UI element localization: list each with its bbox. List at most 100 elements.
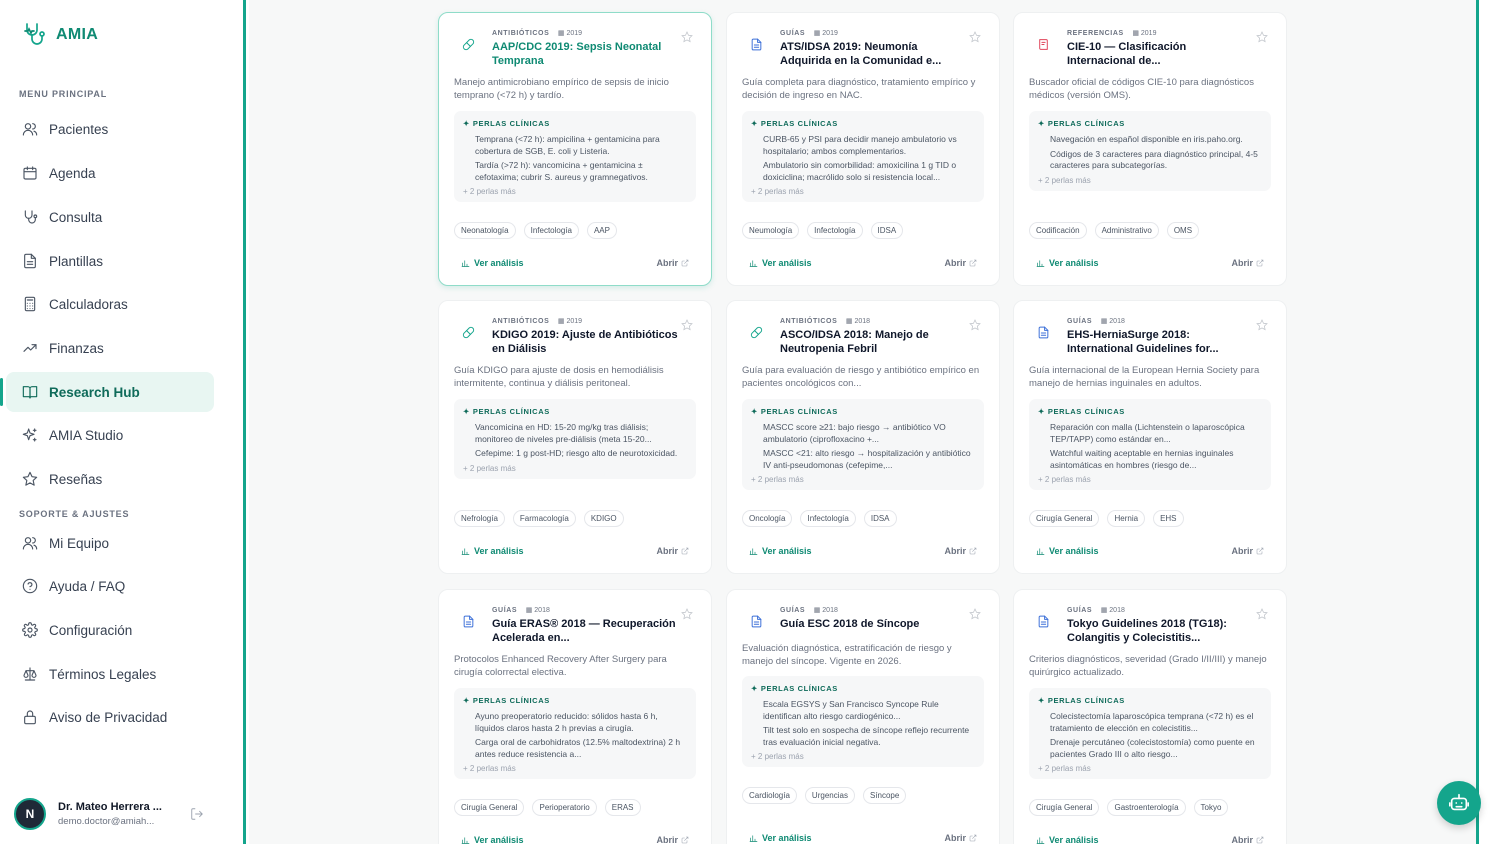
- tag-chip[interactable]: Infectología: [807, 222, 863, 239]
- favorite-star-icon[interactable]: [681, 608, 693, 620]
- resource-card[interactable]: ANTIBIÓTICOS ▦ 2019 AAP/CDC 2019: Sepsis…: [438, 12, 712, 286]
- view-analysis-link[interactable]: Ver análisis: [1036, 835, 1099, 844]
- open-link[interactable]: Abrir: [944, 833, 977, 843]
- open-link[interactable]: Abrir: [944, 546, 977, 556]
- view-analysis-link[interactable]: Ver análisis: [1036, 258, 1099, 268]
- view-analysis-link[interactable]: Ver análisis: [461, 835, 524, 844]
- tag-chip[interactable]: Infectología: [800, 510, 856, 527]
- more-pearls[interactable]: + 2 perlas más: [463, 187, 687, 196]
- tag-chip[interactable]: Gastroenterología: [1107, 799, 1186, 816]
- open-link[interactable]: Abrir: [1231, 835, 1264, 844]
- resource-card[interactable]: GUÍAS ▦ 2018 Guía ESC 2018 de Síncope Ev…: [726, 589, 1000, 844]
- card-title[interactable]: AAP/CDC 2019: Sepsis Neonatal Temprana: [492, 40, 680, 68]
- sidebar-item-plantillas[interactable]: Plantillas: [6, 241, 214, 281]
- card-title[interactable]: Tokyo Guidelines 2018 (TG18): Colangitis…: [1067, 617, 1255, 645]
- tag-chip[interactable]: Hernia: [1107, 510, 1146, 527]
- resource-card[interactable]: GUÍAS ▦ 2018 Tokyo Guidelines 2018 (TG18…: [1013, 589, 1287, 844]
- card-title[interactable]: ASCO/IDSA 2018: Manejo de Neutropenia Fe…: [780, 328, 968, 356]
- tag-chip[interactable]: Codificación: [1029, 222, 1087, 239]
- tag-chip[interactable]: Infectología: [523, 222, 579, 239]
- tag-chip[interactable]: Urgencias: [804, 787, 855, 804]
- sidebar-item-amia-studio[interactable]: AMIA Studio: [6, 415, 214, 455]
- tag-chip[interactable]: Cirugía General: [1029, 799, 1100, 816]
- tag-chip[interactable]: Administrativo: [1094, 222, 1159, 239]
- sidebar-item-finanzas[interactable]: Finanzas: [6, 328, 214, 368]
- view-analysis-link[interactable]: Ver análisis: [749, 258, 812, 268]
- open-link[interactable]: Abrir: [1231, 546, 1264, 556]
- card-title[interactable]: Guía ESC 2018 de Síncope: [780, 617, 968, 631]
- favorite-star-icon[interactable]: [969, 608, 981, 620]
- favorite-star-icon[interactable]: [969, 319, 981, 331]
- more-pearls[interactable]: + 2 perlas más: [1038, 475, 1262, 484]
- tag-chip[interactable]: Neumología: [742, 222, 800, 239]
- tag-chip[interactable]: Nefrología: [454, 510, 505, 527]
- view-analysis-link[interactable]: Ver análisis: [461, 258, 524, 268]
- tag-chip[interactable]: Oncología: [742, 510, 793, 527]
- view-analysis-link[interactable]: Ver análisis: [749, 546, 812, 556]
- open-link[interactable]: Abrir: [656, 546, 689, 556]
- tag-chip[interactable]: IDSA: [870, 222, 904, 239]
- sidebar-item-terminos[interactable]: Términos Legales: [6, 654, 214, 694]
- more-pearls[interactable]: + 2 perlas más: [463, 464, 687, 473]
- tag-chip[interactable]: KDIGO: [583, 510, 624, 527]
- tag-chip[interactable]: EHS: [1153, 510, 1184, 527]
- more-pearls[interactable]: + 2 perlas más: [751, 187, 975, 196]
- sidebar-item-ayuda[interactable]: Ayuda / FAQ: [6, 566, 214, 606]
- tag-chip[interactable]: Neonatología: [454, 222, 516, 239]
- card-title[interactable]: EHS-HerniaSurge 2018: International Guid…: [1067, 328, 1255, 356]
- tag-chip[interactable]: IDSA: [863, 510, 897, 527]
- assistant-bot-button[interactable]: [1437, 781, 1481, 825]
- avatar[interactable]: N: [14, 798, 46, 830]
- brand[interactable]: AMIA: [22, 22, 98, 48]
- card-title[interactable]: Guía ERAS® 2018 — Recuperación Acelerada…: [492, 617, 680, 645]
- more-pearls[interactable]: + 2 perlas más: [751, 752, 975, 761]
- favorite-star-icon[interactable]: [1256, 319, 1268, 331]
- resource-card[interactable]: ANTIBIÓTICOS ▦ 2019 KDIGO 2019: Ajuste d…: [438, 300, 712, 574]
- favorite-star-icon[interactable]: [1256, 608, 1268, 620]
- open-link[interactable]: Abrir: [1231, 258, 1264, 268]
- favorite-star-icon[interactable]: [681, 31, 693, 43]
- tag-chip[interactable]: Cirugía General: [454, 799, 525, 816]
- user-profile[interactable]: N Dr. Mateo Herrera ... demo.doctor@amia…: [14, 794, 214, 834]
- favorite-star-icon[interactable]: [1256, 31, 1268, 43]
- favorite-star-icon[interactable]: [969, 31, 981, 43]
- tag-chip[interactable]: Farmacología: [512, 510, 576, 527]
- tag-chip[interactable]: ERAS: [604, 799, 641, 816]
- view-analysis-link[interactable]: Ver análisis: [1036, 546, 1099, 556]
- card-title[interactable]: KDIGO 2019: Ajuste de Antibióticos en Di…: [492, 328, 680, 356]
- open-link[interactable]: Abrir: [656, 835, 689, 844]
- resource-card[interactable]: GUÍAS ▦ 2018 Guía ERAS® 2018 — Recuperac…: [438, 589, 712, 844]
- resource-card[interactable]: REFERENCIAS ▦ 2019 CIE-10 — Clasificació…: [1013, 12, 1287, 286]
- view-analysis-link[interactable]: Ver análisis: [749, 833, 812, 843]
- sidebar-item-resenas[interactable]: Reseñas: [6, 459, 214, 499]
- sidebar-item-consulta[interactable]: Consulta: [6, 197, 214, 237]
- tag-chip[interactable]: OMS: [1166, 222, 1200, 239]
- sidebar-item-agenda[interactable]: Agenda: [6, 153, 214, 193]
- sidebar-item-pacientes[interactable]: Pacientes: [6, 109, 214, 149]
- sidebar-item-privacidad[interactable]: Aviso de Privacidad: [6, 697, 214, 737]
- resource-card[interactable]: ANTIBIÓTICOS ▦ 2018 ASCO/IDSA 2018: Mane…: [726, 300, 1000, 574]
- tag-chip[interactable]: AAP: [586, 222, 617, 239]
- tag-chip[interactable]: Perioperatorio: [532, 799, 597, 816]
- tag-chip[interactable]: Tokyo: [1193, 799, 1229, 816]
- tag-chip[interactable]: Síncope: [862, 787, 907, 804]
- sidebar-item-mi-equipo[interactable]: Mi Equipo: [6, 523, 214, 563]
- more-pearls[interactable]: + 2 perlas más: [751, 475, 975, 484]
- more-pearls[interactable]: + 2 perlas más: [463, 764, 687, 773]
- resource-card[interactable]: GUÍAS ▦ 2019 ATS/IDSA 2019: Neumonía Adq…: [726, 12, 1000, 286]
- favorite-star-icon[interactable]: [681, 319, 693, 331]
- sidebar-item-research-hub[interactable]: Research Hub: [0, 372, 214, 412]
- open-link[interactable]: Abrir: [656, 258, 689, 268]
- view-analysis-link[interactable]: Ver análisis: [461, 546, 524, 556]
- resource-card[interactable]: GUÍAS ▦ 2018 EHS-HerniaSurge 2018: Inter…: [1013, 300, 1287, 574]
- more-pearls[interactable]: + 2 perlas más: [1038, 764, 1262, 773]
- card-title[interactable]: CIE-10 — Clasificación Internacional de.…: [1067, 40, 1255, 68]
- more-pearls[interactable]: + 2 perlas más: [1038, 176, 1262, 185]
- open-link[interactable]: Abrir: [944, 258, 977, 268]
- sidebar-item-calculadoras[interactable]: Calculadoras: [6, 284, 214, 324]
- tag-chip[interactable]: Cirugía General: [1029, 510, 1100, 527]
- tag-chip[interactable]: Cardiología: [742, 787, 797, 804]
- logout-icon[interactable]: [190, 807, 204, 821]
- sidebar-item-configuracion[interactable]: Configuración: [6, 610, 214, 650]
- card-title[interactable]: ATS/IDSA 2019: Neumonía Adquirida en la …: [780, 40, 968, 68]
